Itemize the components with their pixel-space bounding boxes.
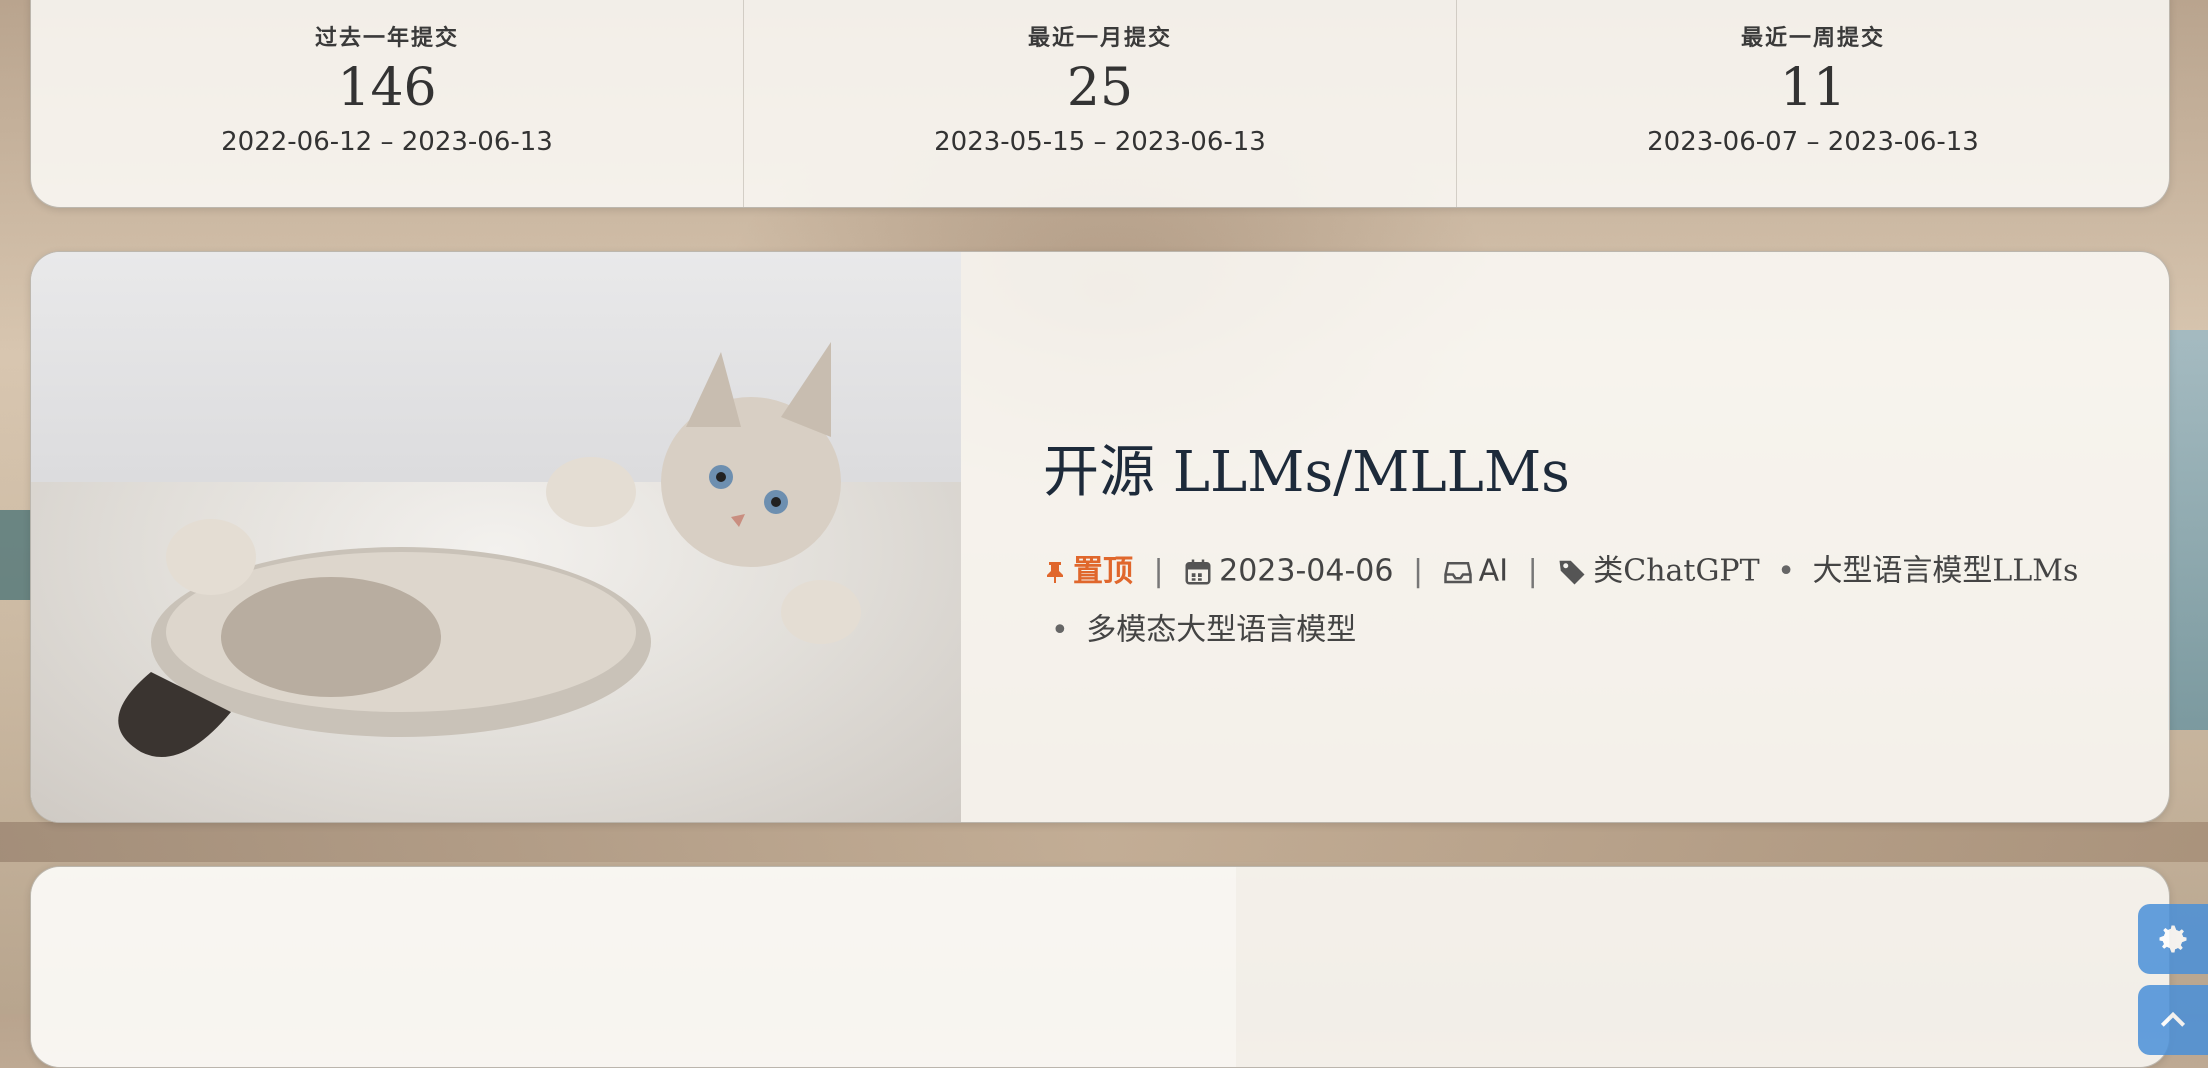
pushpin-icon [1047, 562, 1063, 583]
stat-range: 2023-05-15 – 2023-06-13 [934, 127, 1266, 157]
post-card[interactable]: 开源 LLMs/MLLMs 置顶 | 2023-04-06 | AI | 类Ch… [30, 251, 2170, 823]
post-date: 2023-04-06 [1219, 553, 1394, 589]
stat-value: 25 [1066, 57, 1134, 118]
inbox-icon [1443, 561, 1472, 583]
stat-year: 过去一年提交 146 2022-06-12 – 2023-06-13 [31, 0, 744, 207]
separator: | [1413, 553, 1424, 589]
next-post-card[interactable] [30, 866, 2170, 1068]
tag-separator: • [1777, 553, 1795, 589]
tag-separator: • [1051, 612, 1069, 648]
arrow-up-icon [2160, 1011, 2186, 1027]
stat-month: 最近一月提交 25 2023-05-15 – 2023-06-13 [744, 0, 1457, 207]
tag-link[interactable]: 大型语言模型LLMs [1812, 554, 2078, 589]
stat-range: 2023-06-07 – 2023-06-13 [1647, 127, 1979, 157]
stat-title: 最近一周提交 [1740, 24, 1885, 51]
stat-title: 最近一月提交 [1027, 24, 1172, 51]
stat-week: 最近一周提交 11 2023-06-07 – 2023-06-13 [1457, 0, 2169, 207]
post-meta: 置顶 | 2023-04-06 | AI | 类ChatGPT • 大型语言模型… [1043, 542, 2109, 660]
kitten-illustration [118, 342, 861, 757]
background-decoration [0, 822, 2208, 862]
separator: | [1153, 553, 1164, 589]
stat-value: 11 [1779, 57, 1847, 118]
stat-title: 过去一年提交 [314, 24, 459, 51]
settings-button[interactable] [2138, 904, 2208, 974]
post-cover-image[interactable] [31, 252, 961, 822]
post-body: 开源 LLMs/MLLMs 置顶 | 2023-04-06 | AI | 类Ch… [961, 252, 2169, 822]
calendar-icon [1185, 559, 1211, 584]
next-post-cover[interactable] [31, 867, 1236, 1067]
background-decoration [2168, 330, 2208, 730]
separator: | [1527, 553, 1538, 589]
back-to-top-button[interactable] [2138, 985, 2208, 1055]
stat-range: 2022-06-12 – 2023-06-13 [221, 127, 553, 157]
gear-icon [2159, 925, 2187, 953]
commit-stats-card: 过去一年提交 146 2022-06-12 – 2023-06-13 最近一月提… [30, 0, 2170, 208]
tag-link[interactable]: 多模态大型语言模型 [1086, 613, 1356, 648]
post-title[interactable]: 开源 LLMs/MLLMs [1043, 427, 2109, 508]
pinned-badge: 置顶 [1043, 553, 1143, 589]
tag-icon [1559, 560, 1585, 584]
tag-link[interactable]: 类ChatGPT [1593, 554, 1759, 589]
stat-value: 146 [337, 57, 437, 118]
post-category[interactable]: AI [1479, 554, 1508, 589]
pinned-label: 置顶 [1073, 554, 1133, 589]
